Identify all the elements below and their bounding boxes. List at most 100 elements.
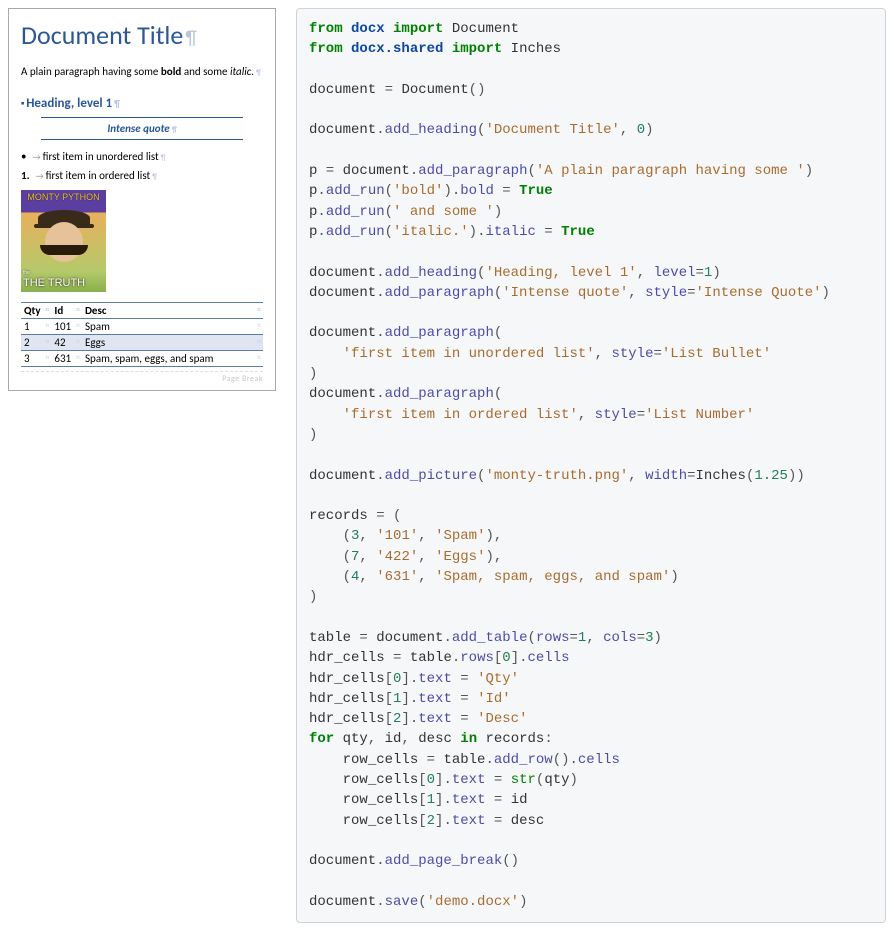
table-row: 1¤ 101¤ Spam¤ — [21, 319, 263, 335]
cell-mark-icon: ¤ — [45, 305, 49, 315]
pic-moustache-shape — [40, 245, 88, 255]
code-token: = — [452, 711, 477, 727]
code-token: . — [376, 265, 384, 281]
code-token: hdr_cells — [309, 671, 385, 687]
code-token: ) — [654, 630, 662, 646]
code-token: = — [452, 671, 477, 687]
code-token: style — [645, 285, 687, 301]
code-token: qty — [544, 772, 569, 788]
code-token: . — [443, 772, 451, 788]
code-token: add_run — [326, 204, 385, 220]
code-token: 'bold' — [393, 183, 443, 199]
code-token: ( — [393, 508, 401, 524]
code-token: id — [511, 792, 528, 808]
td: 631¤ — [51, 351, 82, 367]
cell-mark-icon: ¤ — [76, 337, 80, 347]
td: Spam¤ — [82, 319, 263, 335]
code-token: ( — [343, 528, 351, 544]
code-token: '422' — [376, 549, 418, 565]
code-token: add_run — [326, 224, 385, 240]
code-token: add_paragraph — [385, 325, 494, 341]
code-token: ( — [494, 386, 502, 402]
code-token: ) — [443, 183, 451, 199]
code-token: ( — [502, 853, 510, 869]
code-token: : — [544, 731, 552, 747]
cell-text: 1 — [24, 320, 30, 333]
word-document-preview: Document Title¶ A plain paragraph having… — [8, 8, 276, 391]
code-token: . — [376, 853, 384, 869]
pic-logo: MONTY PYTHON — [21, 192, 106, 202]
code-token: table — [443, 752, 485, 768]
code-token: . — [376, 468, 384, 484]
code-token: add_heading — [385, 265, 477, 281]
code-token: ) — [494, 204, 502, 220]
code-token: , — [418, 528, 435, 544]
td: Spam, spam, eggs, and spam ¤ — [82, 351, 263, 367]
code-token: ) — [477, 82, 485, 98]
code-token: ) — [712, 265, 720, 281]
pilcrow-icon: ¶ — [161, 153, 166, 163]
code-token: import — [452, 41, 502, 57]
code-token: = — [317, 163, 342, 179]
th-id: Id¤ — [51, 303, 82, 319]
code-token: cells — [578, 752, 620, 768]
td: 42¤ — [51, 335, 82, 351]
code-token: ( — [385, 224, 393, 240]
code-token: . — [443, 813, 451, 829]
code-token: True — [519, 183, 553, 199]
code-token: ) — [309, 366, 317, 382]
td: 2¤ — [21, 335, 51, 351]
doc-heading-1: ▪Heading, level 1¶ — [21, 96, 263, 111]
code-token: 'Spam' — [435, 528, 485, 544]
code-token: , — [359, 528, 376, 544]
code-token: records — [309, 508, 368, 524]
code-token: 'List Number' — [645, 407, 754, 423]
code-token: text — [452, 792, 486, 808]
doc-table: Qty¤ Id¤ Desc¤ 1¤ 101¤ Spam¤ 2¤ 42¤ Eggs… — [21, 302, 263, 367]
code-token: add_run — [326, 183, 385, 199]
code-token: ) — [511, 853, 519, 869]
code-token: . — [485, 752, 493, 768]
code-token: add_table — [452, 630, 528, 646]
cell-mark-icon: ¤ — [257, 305, 261, 315]
code-token: document — [309, 82, 376, 98]
code-token: docx — [351, 21, 385, 37]
code-token: add_paragraph — [385, 386, 494, 402]
doc-paragraph: A plain paragraph having some bold and s… — [21, 65, 263, 78]
code-token: row_cells — [343, 752, 419, 768]
code-token: ) — [796, 468, 804, 484]
td: 3¤ — [21, 351, 51, 367]
code-token: . — [376, 325, 384, 341]
code-token: document — [309, 468, 376, 484]
heading-text: Heading, level 1 — [26, 96, 112, 111]
tab-arrow-icon: → — [32, 152, 40, 163]
pilcrow-icon: ¶ — [185, 26, 196, 50]
code-token: = — [485, 792, 510, 808]
code-token: text — [452, 813, 486, 829]
code-token: ) — [645, 122, 653, 138]
page-break-label: Page Break — [222, 374, 263, 384]
cell-text: Spam, spam, eggs, and spam — [85, 352, 213, 365]
cell-mark-icon: ¤ — [257, 353, 261, 363]
code-token: cells — [528, 650, 570, 666]
code-token: italic — [485, 224, 535, 240]
td: 101¤ — [51, 319, 82, 335]
code-token: . — [410, 671, 418, 687]
code-token: 'List Bullet' — [662, 346, 771, 362]
code-token: . — [317, 183, 325, 199]
code-token: ) — [485, 528, 493, 544]
code-token: . — [452, 650, 460, 666]
code-token: str — [511, 772, 536, 788]
code-token: ( — [494, 285, 502, 301]
code-token: add_paragraph — [418, 163, 527, 179]
code-token: 'first item in ordered list' — [343, 407, 578, 423]
para-plain: A plain paragraph having some — [21, 65, 161, 78]
code-token: , — [628, 468, 645, 484]
code-token: ) — [570, 772, 578, 788]
th-qty-text: Qty — [24, 304, 41, 317]
code-token: document — [309, 325, 376, 341]
python-code-block[interactable]: from docx import Document from docx.shar… — [296, 8, 886, 923]
code-token: level — [654, 265, 696, 281]
code-token: ) — [822, 285, 830, 301]
intense-quote-text: Intense quote — [107, 122, 169, 135]
